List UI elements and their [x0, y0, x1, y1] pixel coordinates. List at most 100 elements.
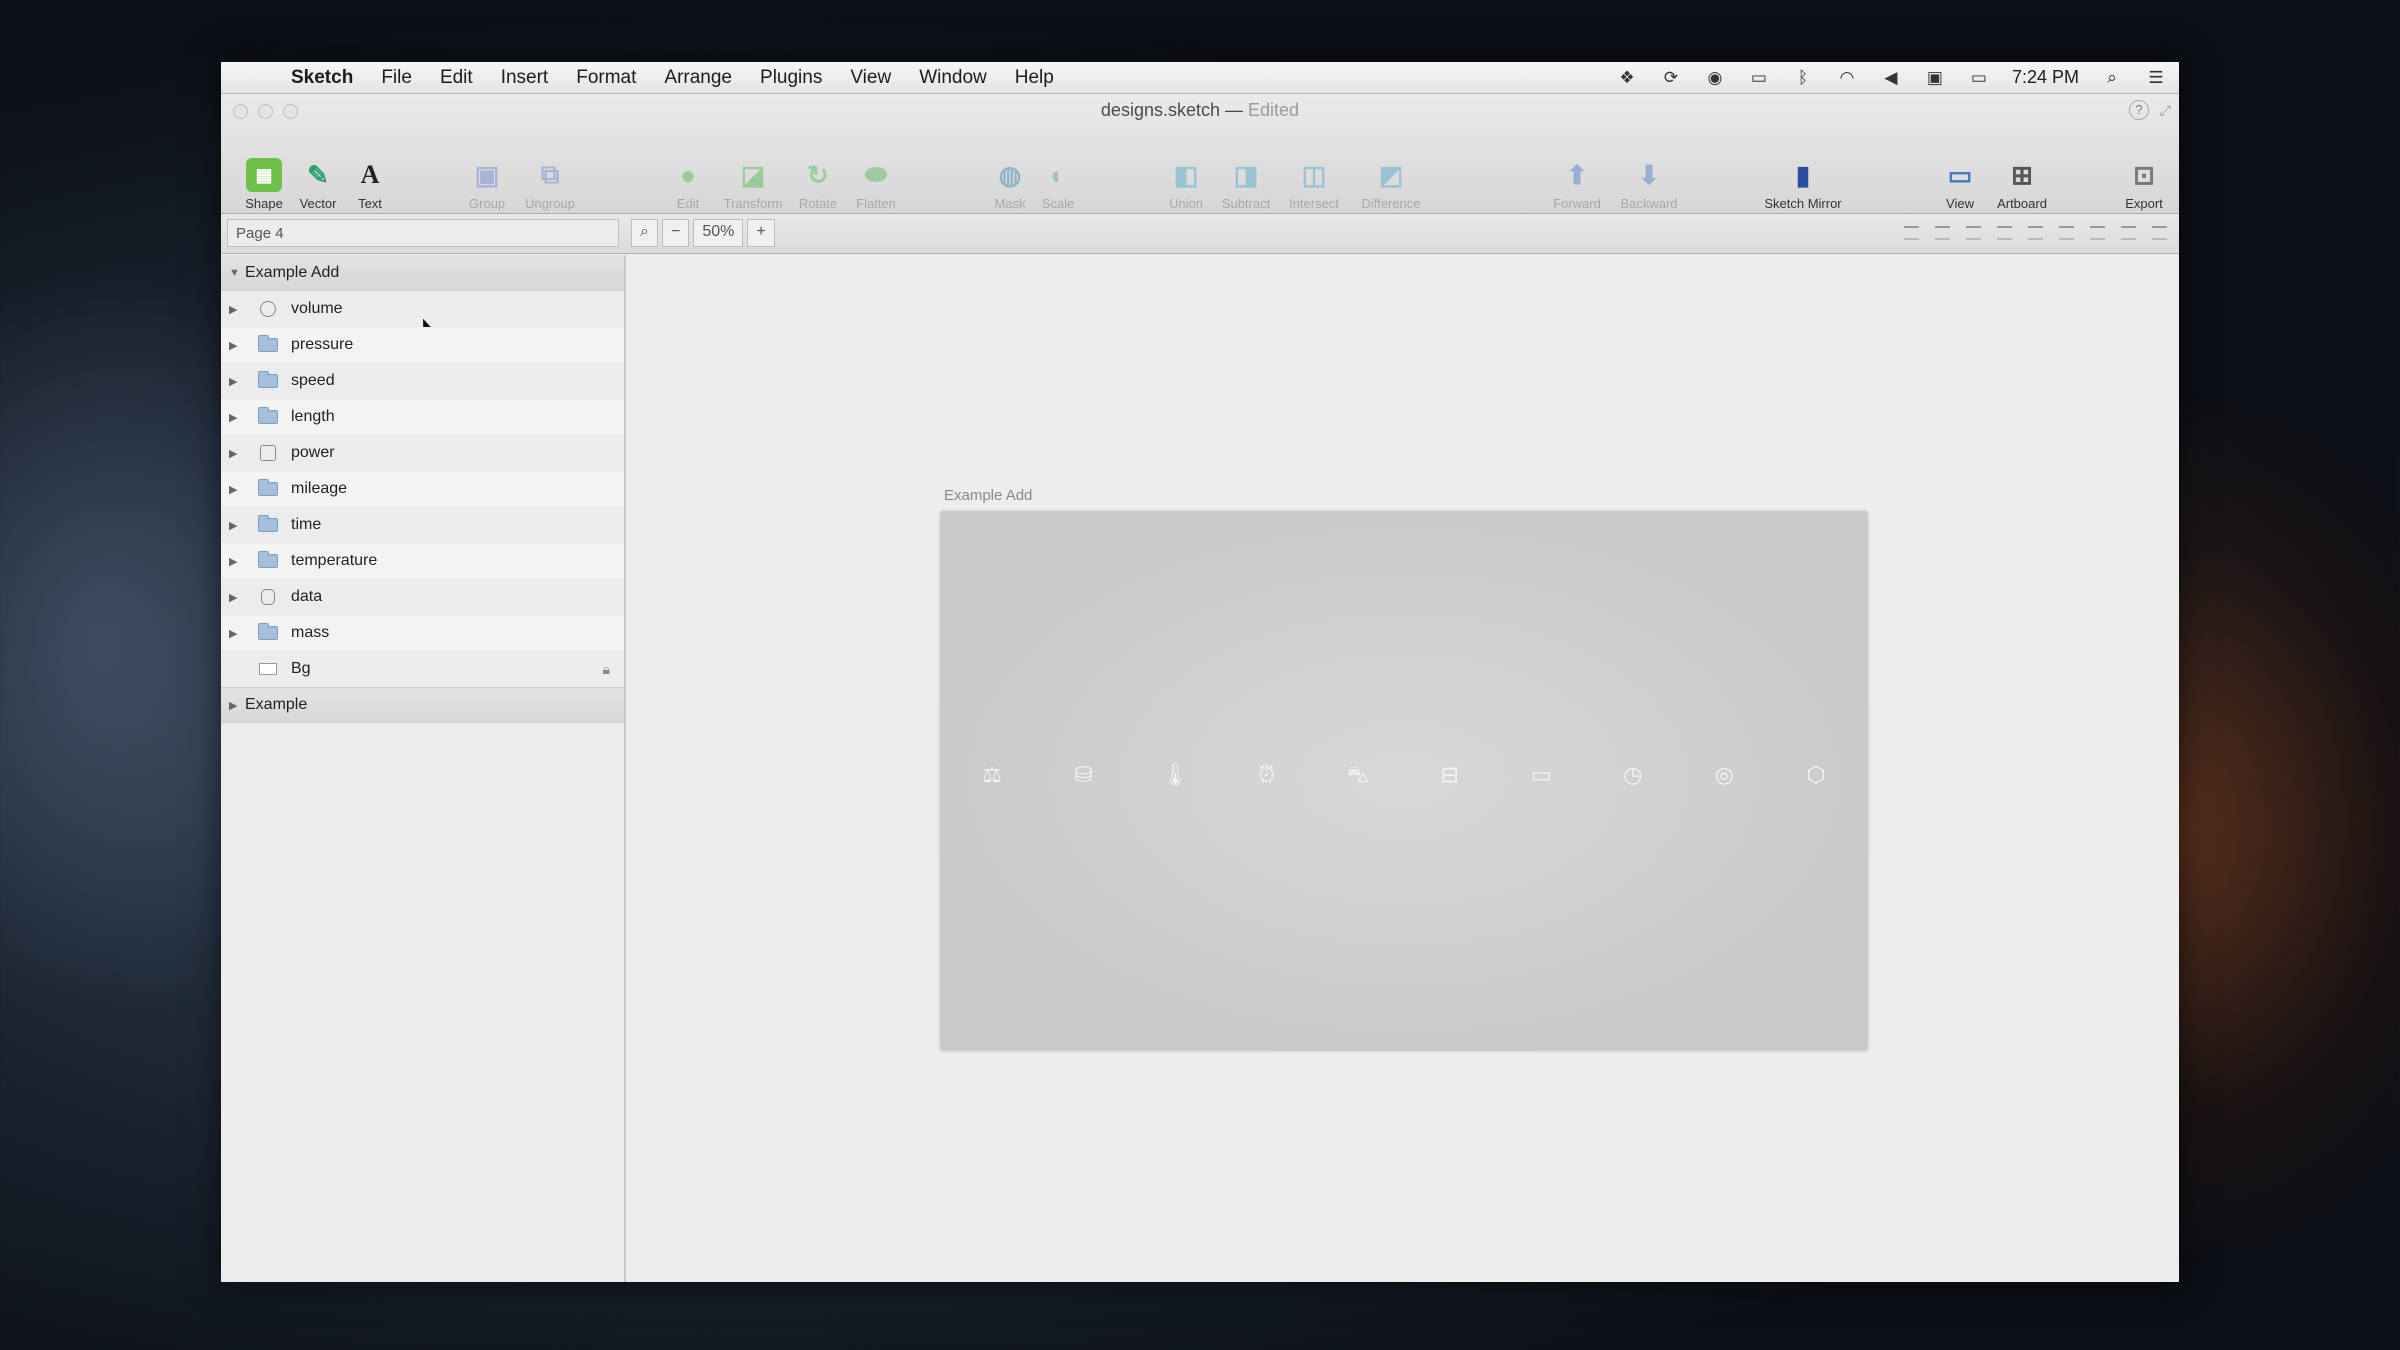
dropbox-icon[interactable]: ❖ — [1616, 68, 1638, 87]
difference-icon: ◩ — [1378, 159, 1404, 190]
fullscreen-icon[interactable]: ⤢ — [2160, 102, 2171, 119]
transform-button[interactable]: ◪ Transform — [718, 158, 788, 212]
mileage-icon[interactable]: ⛍ — [1347, 763, 1370, 787]
zoom-level[interactable]: 50% — [693, 219, 744, 247]
layer-item-power[interactable]: ▶ power — [221, 435, 624, 471]
sketch-mirror-button[interactable]: ▮ Sketch Mirror — [1747, 158, 1859, 212]
menubar-clock[interactable]: 7:24 PM — [2012, 67, 2079, 88]
menu-help[interactable]: Help — [1001, 67, 1068, 89]
layer-item-speed[interactable]: ▶ speed — [221, 363, 624, 399]
zoom-out-button[interactable]: − — [661, 219, 690, 247]
menu-view[interactable]: View — [836, 67, 905, 89]
intersect-button[interactable]: ◫ Intersect — [1279, 158, 1349, 212]
align-middle-icon[interactable] — [2121, 226, 2136, 240]
scale-button[interactable]: ◐ Scale — [1023, 158, 1093, 212]
subtract-button[interactable]: ◨ Subtract — [1211, 158, 1281, 212]
align-left-icon[interactable] — [1997, 226, 2012, 240]
view-button[interactable]: ▭ View — [1925, 158, 1995, 212]
align-center-icon[interactable] — [2028, 226, 2043, 240]
power-icon[interactable]: ⊟ — [1439, 763, 1461, 787]
volume-icon[interactable]: ◀ — [1880, 68, 1902, 87]
volume-icon[interactable]: ⬡ — [1805, 763, 1827, 787]
record-icon[interactable]: ◉ — [1704, 68, 1726, 87]
menu-insert[interactable]: Insert — [487, 67, 563, 89]
layer-group-example-add[interactable]: ▼ Example Add — [221, 255, 624, 291]
wifi-icon[interactable]: ◠ — [1836, 68, 1858, 87]
align-bottom-icon[interactable] — [2152, 226, 2167, 240]
layer-group-example[interactable]: ▶ Example — [221, 687, 624, 723]
artboard-button[interactable]: ⊞ Artboard — [1987, 158, 2057, 212]
distribute-icon[interactable] — [1904, 226, 1919, 240]
zoom-in-button[interactable]: + — [747, 219, 775, 247]
pressure-icon[interactable]: ◎ — [1713, 763, 1735, 787]
menu-window[interactable]: Window — [905, 67, 1001, 89]
spotlight-icon[interactable]: ⌕ — [2101, 68, 2123, 87]
layer-item-bg[interactable]: Bg 🔒︎ — [221, 651, 624, 687]
disclosure-icon[interactable]: ▶ — [229, 411, 245, 424]
sync-icon[interactable]: ⟳ — [1660, 68, 1682, 87]
notifications-icon[interactable]: ☰ — [2145, 68, 2167, 87]
artboard-title[interactable]: Example Add — [944, 487, 1032, 504]
layer-group-label: Example Add — [245, 263, 340, 281]
edit-button[interactable]: ● Edit — [653, 158, 723, 212]
menu-format[interactable]: Format — [562, 67, 650, 89]
layer-item-data[interactable]: ▶ data — [221, 579, 624, 615]
flatten-button[interactable]: ⬬ Flatten — [841, 158, 911, 211]
lock-icon[interactable]: 🔒︎ — [603, 661, 610, 678]
menu-app[interactable]: Sketch — [277, 67, 367, 89]
rotate-icon: ↻ — [807, 159, 829, 190]
align-top-icon[interactable] — [2090, 226, 2105, 240]
disclosure-icon[interactable]: ▶ — [229, 555, 245, 568]
layer-item-temperature[interactable]: ▶ temperature — [221, 543, 624, 579]
scale-icon: ◐ — [1050, 159, 1066, 190]
menu-edit[interactable]: Edit — [426, 67, 487, 89]
difference-button[interactable]: ◩ Difference — [1356, 158, 1426, 212]
group-button[interactable]: ▣ Group — [452, 158, 522, 212]
mass-icon[interactable]: ⚖ — [981, 763, 1003, 787]
length-icon[interactable]: ▭ — [1530, 763, 1552, 787]
disclosure-icon[interactable]: ▶ — [229, 519, 245, 532]
disclosure-open-icon[interactable]: ▼ — [229, 267, 245, 279]
disclosure-icon[interactable]: ▶ — [229, 627, 245, 640]
help-icon[interactable]: ? — [2129, 100, 2149, 120]
disclosure-icon[interactable]: ▶ — [229, 591, 245, 604]
data-icon[interactable]: ⛁ — [1073, 763, 1095, 787]
time-icon[interactable]: ⏰︎ — [1256, 763, 1278, 787]
align-right-icon[interactable] — [2059, 226, 2074, 240]
disclosure-icon[interactable]: ▶ — [229, 375, 245, 388]
display-icon[interactable]: ▣ — [1924, 68, 1946, 87]
layer-item-mileage[interactable]: ▶ mileage — [221, 471, 624, 507]
text-button[interactable]: A Text — [335, 158, 405, 211]
layer-item-time[interactable]: ▶ time — [221, 507, 624, 543]
search-icon[interactable]: ⌕ — [631, 219, 658, 247]
canvas[interactable]: Example Add ⚖ ⛁ 🌡︎ ⏰︎ ⛍ ⊟ ▭ ◷ ◎ ⬡ — [626, 255, 2179, 1282]
disclosure-icon[interactable]: ▶ — [229, 699, 245, 712]
backward-button[interactable]: ⬇ Backward — [1614, 158, 1684, 212]
layer-item-pressure[interactable]: ▶ pressure — [221, 327, 624, 363]
page-selector[interactable]: Page 4 — [227, 219, 619, 247]
distribute-horizontal-icon[interactable] — [1966, 226, 1981, 240]
temperature-icon[interactable]: 🌡︎ — [1161, 763, 1189, 787]
artboard[interactable]: ⚖ ⛁ 🌡︎ ⏰︎ ⛍ ⊟ ▭ ◷ ◎ ⬡ — [941, 511, 1867, 1049]
symbol-icon — [257, 301, 279, 317]
menu-arrange[interactable]: Arrange — [650, 67, 746, 89]
menu-file[interactable]: File — [367, 67, 426, 89]
vector-label: Vector — [299, 196, 337, 211]
distribute-vertical-icon[interactable] — [1935, 226, 1950, 240]
layer-item-mass[interactable]: ▶ mass — [221, 615, 624, 651]
layer-item-volume[interactable]: ▶ volume — [221, 291, 624, 336]
menu-plugins[interactable]: Plugins — [746, 67, 836, 89]
scale-label: Scale — [1041, 196, 1075, 211]
forward-button[interactable]: ⬆ Forward — [1542, 158, 1612, 212]
disclosure-icon[interactable]: ▶ — [229, 303, 245, 316]
disclosure-icon[interactable]: ▶ — [229, 339, 245, 352]
speed-icon[interactable]: ◷ — [1622, 763, 1644, 787]
disclosure-icon[interactable]: ▶ — [229, 483, 245, 496]
layer-item-length[interactable]: ▶ length — [221, 399, 624, 435]
disclosure-icon[interactable]: ▶ — [229, 447, 245, 460]
ungroup-button[interactable]: ⧉ Ungroup — [515, 158, 585, 211]
bluetooth-icon[interactable]: ᛒ — [1792, 68, 1814, 87]
battery-icon[interactable]: ▭ — [1968, 68, 1990, 87]
airplay-icon[interactable]: ▭ — [1748, 68, 1770, 87]
export-button[interactable]: ⊡ Export — [2109, 158, 2179, 212]
